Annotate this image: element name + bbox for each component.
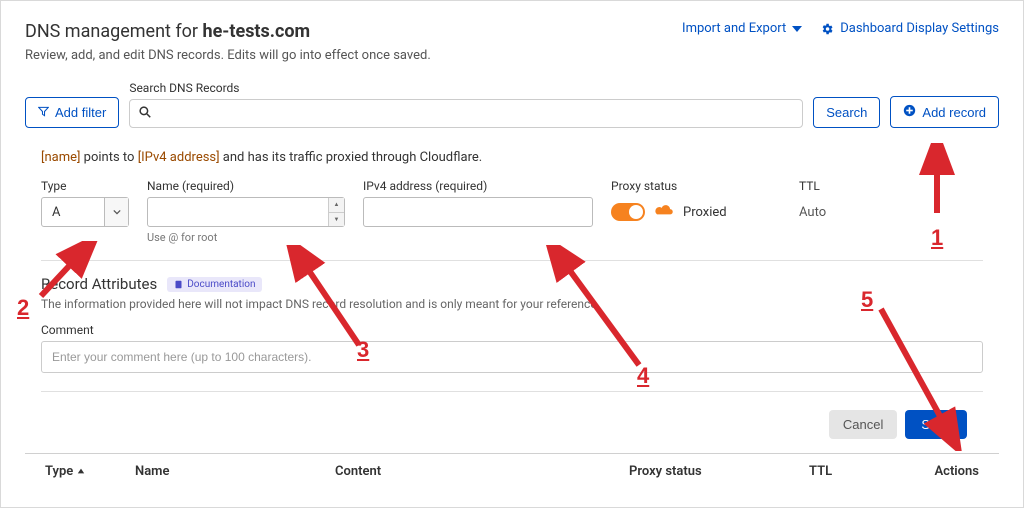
gear-icon (820, 22, 834, 36)
documentation-badge[interactable]: Documentation (167, 277, 262, 292)
search-button[interactable]: Search (813, 97, 880, 128)
plus-circle-icon (903, 104, 916, 120)
page-subtitle: Review, add, and edit DNS records. Edits… (25, 48, 431, 63)
ttl-column: TTL Auto (799, 179, 879, 227)
name-label: Name (required) (147, 179, 345, 193)
sort-asc-icon (77, 464, 85, 479)
attrs-title-row: Record Attributes Documentation (41, 275, 983, 293)
import-export-label: Import and Export (682, 21, 786, 36)
filter-icon (38, 105, 49, 120)
ip-input[interactable] (363, 197, 593, 227)
type-column: Type A (41, 179, 129, 227)
attrs-title: Record Attributes (41, 275, 157, 293)
add-record-label: Add record (922, 105, 986, 120)
ttl-label: TTL (799, 179, 879, 193)
th-type-label: Type (45, 464, 73, 479)
records-table-header: Type Name Content Proxy status TTL Actio… (25, 453, 999, 489)
name-input[interactable] (147, 197, 345, 227)
type-label: Type (41, 179, 129, 193)
th-actions: Actions (919, 464, 979, 479)
comment-label: Comment (41, 323, 983, 337)
dns-management-panel: DNS management for he-tests.com Review, … (0, 0, 1024, 508)
add-filter-button[interactable]: Add filter (25, 97, 119, 128)
search-icon (139, 106, 151, 122)
th-type[interactable]: Type (45, 464, 135, 479)
comment-input[interactable] (41, 341, 983, 373)
th-name[interactable]: Name (135, 464, 335, 479)
search-row: Add filter Search DNS Records Search Add… (25, 81, 999, 128)
search-box (129, 99, 803, 128)
name-hint: Use @ for root (147, 231, 345, 244)
search-button-label: Search (826, 105, 867, 120)
header-row: DNS management for he-tests.com Review, … (25, 21, 999, 63)
caret-down-icon (792, 26, 802, 32)
name-input-wrap: ▲ ▼ (147, 197, 345, 227)
type-select[interactable]: A (41, 197, 129, 227)
spinner-down-icon[interactable]: ▼ (329, 213, 344, 227)
proxy-cell: Proxied (611, 197, 781, 227)
search-wrap: Search DNS Records (129, 81, 803, 128)
search-label: Search DNS Records (129, 81, 803, 95)
attrs-subtitle: The information provided here will not i… (41, 297, 983, 311)
ip-column: IPv4 address (required) (363, 179, 593, 227)
name-column: Name (required) ▲ ▼ Use @ for root (147, 179, 345, 244)
action-row: Cancel Save (41, 391, 983, 453)
instruction-mid2: and has its traffic proxied through Clou… (220, 150, 483, 165)
add-record-button[interactable]: Add record (890, 96, 999, 128)
ttl-value: Auto (799, 197, 879, 227)
proxy-toggle[interactable] (611, 203, 645, 221)
proxy-label: Proxy status (611, 179, 781, 193)
display-settings-link[interactable]: Dashboard Display Settings (820, 21, 999, 36)
placeholder-ip: [IPv4 address] (138, 150, 220, 165)
instruction-text: [name] points to [IPv4 address] and has … (41, 150, 983, 165)
display-settings-label: Dashboard Display Settings (840, 21, 999, 36)
th-content[interactable]: Content (335, 464, 629, 479)
record-form-row: Type A Name (required) ▲ ▼ Use @ for roo… (25, 179, 999, 244)
proxy-value: Proxied (683, 205, 727, 220)
page-title: DNS management for he-tests.com (25, 21, 431, 42)
cancel-button[interactable]: Cancel (829, 410, 897, 439)
search-input[interactable] (129, 99, 803, 128)
type-value: A (42, 205, 104, 220)
th-proxy[interactable]: Proxy status (629, 464, 809, 479)
record-attributes: Record Attributes Documentation The info… (25, 275, 999, 373)
spinner-up-icon[interactable]: ▲ (329, 198, 344, 213)
title-domain: he-tests.com (202, 21, 310, 42)
instruction-mid1: points to (80, 150, 137, 165)
header-left: DNS management for he-tests.com Review, … (25, 21, 431, 63)
doc-icon (174, 280, 183, 289)
ip-label: IPv4 address (required) (363, 179, 593, 193)
add-filter-label: Add filter (55, 105, 106, 120)
proxy-column: Proxy status Proxied (611, 179, 781, 227)
doc-label: Documentation (187, 279, 255, 290)
title-prefix: DNS management for (25, 21, 202, 42)
placeholder-name: [name] (41, 150, 80, 165)
cloud-icon (653, 203, 675, 221)
separator (41, 260, 983, 261)
name-spinner[interactable]: ▲ ▼ (328, 198, 344, 226)
header-actions: Import and Export Dashboard Display Sett… (682, 21, 999, 36)
import-export-dropdown[interactable]: Import and Export (682, 21, 802, 36)
save-button[interactable]: Save (905, 410, 967, 439)
chevron-down-icon (104, 198, 128, 226)
th-ttl[interactable]: TTL (809, 464, 919, 479)
